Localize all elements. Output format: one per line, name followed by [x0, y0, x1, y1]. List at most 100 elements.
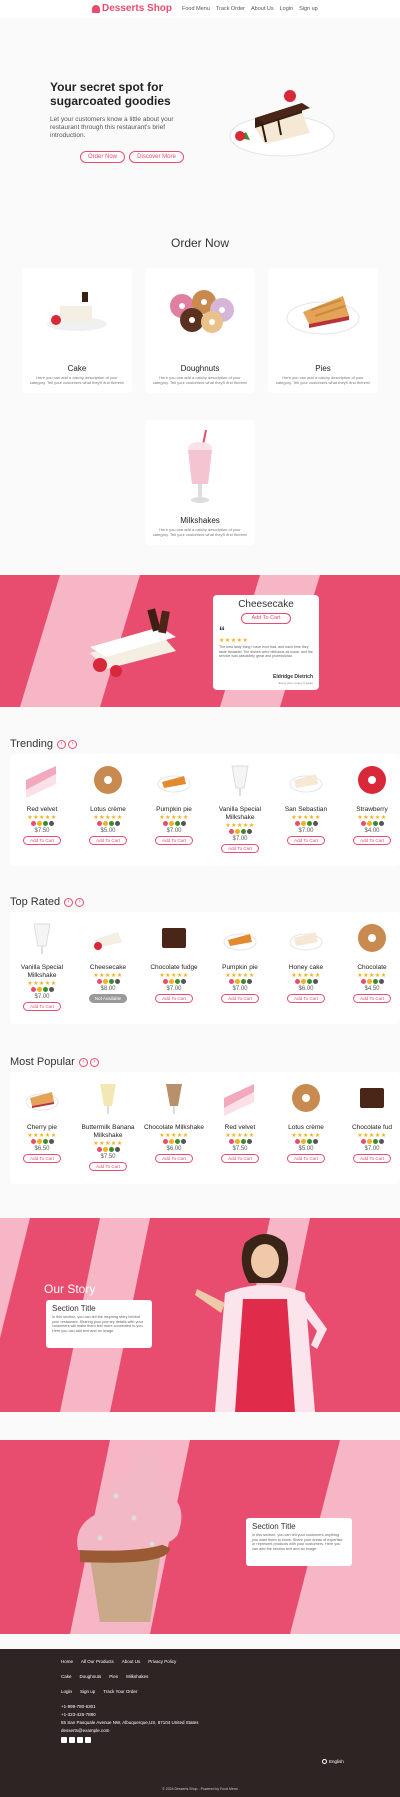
add-to-cart-button[interactable]: Add To Cart — [23, 1154, 61, 1163]
nav-sign-up[interactable]: Sign up — [299, 6, 318, 12]
allergen-icon — [360, 979, 366, 984]
add-to-cart-button[interactable]: Add To Cart — [221, 844, 259, 853]
add-to-cart-button[interactable]: Add To Cart — [23, 836, 61, 845]
rating-stars: ★★★★★ — [159, 1133, 189, 1139]
nav-login[interactable]: Login — [280, 6, 293, 12]
footer-link-doughnuts[interactable]: Doughnuts — [80, 1674, 102, 1679]
rating-stars: ★★★★★ — [291, 973, 321, 979]
footer-email[interactable]: desserts@example.com — [61, 1728, 109, 1733]
allergen-icon — [234, 979, 240, 984]
featured-author-sub: Every time I enjoy it again — [278, 681, 313, 685]
brand[interactable]: Desserts Shop — [92, 3, 172, 14]
footer-link-privacy[interactable]: Privacy Policy — [148, 1659, 176, 1664]
product-name: Honey cake — [288, 964, 324, 971]
twitter-icon[interactable] — [69, 1737, 75, 1743]
add-to-cart-button[interactable]: Add To Cart — [287, 994, 325, 1003]
product-price: $7.00 — [298, 828, 314, 834]
product-card[interactable]: Chocolate ★★★★★ $4.50 Add To Cart — [342, 918, 400, 1003]
add-to-cart-button[interactable]: Add To Cart — [155, 994, 193, 1003]
add-to-cart-button[interactable]: Add To Cart — [221, 994, 259, 1003]
product-card[interactable]: Chocolate Milkshake ★★★★★ $6.00 Add To Cart — [144, 1078, 204, 1163]
category-card-milkshakes[interactable]: Milkshakes Here you can add a catchy des… — [145, 420, 255, 545]
footer-link-track[interactable]: Track Your Order — [103, 1689, 137, 1694]
product-card[interactable]: Cheesecake ★★★★★ $8.00 Not Available — [78, 918, 138, 1003]
allergen-icon — [240, 979, 246, 984]
category-card-pies[interactable]: Pies Here you can add a catchy descripti… — [268, 268, 378, 393]
product-image — [25, 1092, 59, 1111]
allergen-icons — [144, 821, 204, 828]
product-card[interactable]: Pumpkin pie ★★★★★ $7.00 Add To Cart — [210, 918, 270, 1003]
footer-link-about[interactable]: About Us — [122, 1659, 141, 1664]
product-card[interactable]: Red velvet ★★★★★ $7.50 Add To Cart — [210, 1078, 270, 1163]
footer-link-login[interactable]: Login — [61, 1689, 72, 1694]
product-card[interactable]: Buttermilk Banana Milkshake ★★★★★ $7.50 Add… — [78, 1078, 138, 1171]
product-card[interactable]: San Sebastian ★★★★★ $7.00 Add To Cart — [276, 760, 336, 845]
add-to-cart-button[interactable]: Add To Cart — [155, 836, 193, 845]
product-card[interactable]: Red velvet ★★★★★ $7.50 Add To Cart — [12, 760, 72, 845]
footer-link-signup[interactable]: Sign up — [80, 1689, 95, 1694]
nav-about-us[interactable]: About Us — [251, 6, 274, 12]
footer-link-home[interactable]: Home — [61, 1659, 73, 1664]
product-price: $8.00 — [100, 986, 116, 992]
instagram-icon[interactable] — [85, 1737, 91, 1743]
footer-link-pies[interactable]: Pies — [109, 1674, 118, 1679]
product-card[interactable]: Pumpkin pie ★★★★★ $7.00 Add To Cart — [144, 760, 204, 845]
product-image — [358, 924, 386, 952]
product-card[interactable]: Strawberry ★★★★★ $4.00 Add To Cart — [342, 760, 400, 845]
add-to-cart-button[interactable]: Add To Cart — [287, 836, 325, 845]
allergen-icons — [276, 1139, 336, 1146]
allergen-icon — [48, 987, 54, 992]
add-to-cart-button[interactable]: Add To Cart — [155, 1154, 193, 1163]
rating-stars: ★★★★★ — [291, 815, 321, 821]
chevron-right-icon[interactable]: › — [89, 1057, 99, 1067]
add-to-cart-button[interactable]: Add To Cart — [23, 1002, 61, 1011]
chevron-left-icon[interactable]: ‹ — [78, 1057, 88, 1067]
most-popular-title: Most Popular ‹ › — [10, 1056, 99, 1068]
category-card-cake[interactable]: Cake Here you can add a catchy descripti… — [22, 268, 132, 393]
discover-more-button[interactable]: Discover More — [129, 151, 184, 163]
youtube-icon[interactable] — [77, 1737, 83, 1743]
allergen-icon — [108, 1147, 114, 1152]
footer-phone-1[interactable]: +1-999-780-6301 — [61, 1704, 96, 1709]
featured-add-to-cart-button[interactable]: Add To Cart — [241, 613, 291, 624]
product-card[interactable]: Lotus crème ★★★★★ $5.00 Add To Cart — [276, 1078, 336, 1163]
nav-track-order[interactable]: Track Order — [216, 6, 245, 12]
allergen-icon — [114, 1147, 120, 1152]
product-price: $7.00 — [364, 1146, 380, 1152]
facebook-icon[interactable] — [61, 1737, 67, 1743]
chevron-left-icon[interactable]: ‹ — [57, 739, 67, 749]
allergen-icon — [108, 821, 114, 826]
chevron-left-icon[interactable]: ‹ — [64, 897, 74, 907]
allergen-icon — [168, 1139, 174, 1144]
product-card[interactable]: Honey cake ★★★★★ $6.00 Add To Cart — [276, 918, 336, 1003]
product-card[interactable]: Lotus crème ★★★★★ $5.00 Add To Cart — [78, 760, 138, 845]
footer-link-cake[interactable]: Cake — [61, 1674, 72, 1679]
allergen-icon — [102, 979, 108, 984]
chevron-right-icon[interactable]: › — [68, 739, 78, 749]
quote-icon: “ — [219, 624, 225, 638]
top-rated-section: Top Rated ‹ › Vanilla Special Milkshake ★★★★… — [0, 888, 400, 1028]
footer-link-products[interactable]: All Our Products — [81, 1659, 114, 1664]
nav-food-menu[interactable]: Food Menu — [182, 6, 210, 12]
language-selector[interactable]: English — [322, 1759, 344, 1764]
footer-link-milkshakes[interactable]: Milkshakes — [126, 1674, 148, 1679]
product-card[interactable]: Chocolate fudge ★★★★★ $7.00 Add To Cart — [144, 918, 204, 1003]
add-to-cart-button[interactable]: Add To Cart — [353, 994, 391, 1003]
add-to-cart-button[interactable]: Add To Cart — [221, 1154, 259, 1163]
order-now-button[interactable]: Order Now — [80, 151, 125, 163]
add-to-cart-button[interactable]: Add To Cart — [89, 1162, 127, 1171]
allergen-icons — [12, 821, 72, 828]
footer-phone-2[interactable]: +1-323-426-7880 — [61, 1712, 96, 1717]
add-to-cart-button[interactable]: Add To Cart — [287, 1154, 325, 1163]
product-card[interactable]: Vanilla Special Milkshake ★★★★★ $7.00 Add T… — [210, 760, 270, 853]
add-to-cart-button[interactable]: Add To Cart — [353, 836, 391, 845]
product-card[interactable]: Chocolate fud ★★★★★ $7.00 Add To Cart — [342, 1078, 400, 1163]
product-card[interactable]: Cherry pie ★★★★★ $6.50 Add To Cart — [12, 1078, 72, 1163]
product-image — [289, 774, 323, 793]
trending-section: Trending ‹ › Red velvet ★★★★★ $7.50 Add To Car… — [0, 730, 400, 870]
add-to-cart-button[interactable]: Add To Cart — [89, 836, 127, 845]
chevron-right-icon[interactable]: › — [75, 897, 85, 907]
add-to-cart-button[interactable]: Add To Cart — [353, 1154, 391, 1163]
category-card-doughnuts[interactable]: Doughnuts Here you can add a catchy desc… — [145, 268, 255, 393]
product-card[interactable]: Vanilla Special Milkshake ★★★★★ $7.00 Add T… — [12, 918, 72, 1011]
